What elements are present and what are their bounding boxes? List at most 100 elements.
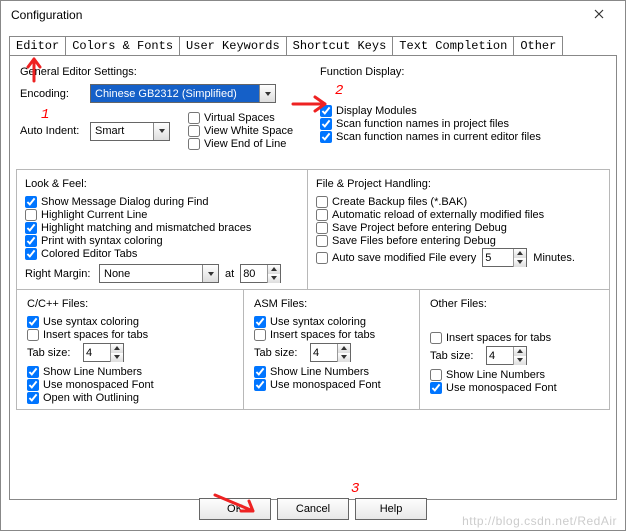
tab-shortcut-keys[interactable]: Shortcut Keys	[286, 36, 394, 56]
asm-tabsize-spinner[interactable]	[310, 343, 351, 362]
chevron-up-icon	[514, 347, 526, 356]
chevron-up-icon	[268, 265, 280, 274]
view-whitespace-checkbox[interactable]	[188, 125, 200, 137]
autoindent-combo[interactable]: Smart	[90, 122, 170, 141]
spinner-buttons[interactable]	[513, 347, 526, 365]
autosave-checkbox[interactable]	[316, 252, 328, 264]
other-linenum-checkbox[interactable]	[430, 369, 442, 381]
other-monofont-label: Use monospaced Font	[446, 382, 557, 394]
right-margin-combo[interactable]: None	[99, 264, 219, 283]
tab-editor[interactable]: Editor	[9, 36, 66, 56]
window-title: Configuration	[11, 8, 82, 22]
asm-use-syntax-checkbox[interactable]	[254, 316, 266, 328]
asm-use-syntax-label: Use syntax coloring	[270, 316, 366, 328]
spinner-buttons[interactable]	[267, 265, 280, 283]
c-tabsize-label: Tab size:	[27, 347, 83, 359]
close-button[interactable]	[579, 5, 619, 25]
show-msg-checkbox[interactable]	[25, 196, 37, 208]
autoreload-checkbox[interactable]	[316, 209, 328, 221]
other-monofont-checkbox[interactable]	[430, 382, 442, 394]
right-margin-value: None	[100, 267, 202, 281]
print-syntax-label: Print with syntax coloring	[41, 235, 163, 247]
watermark: http://blog.csdn.net/RedAir	[462, 514, 617, 528]
c-linenum-label: Show Line Numbers	[43, 366, 142, 378]
function-display: Function Display: Display Modules Scan f…	[316, 62, 610, 144]
scan-project-checkbox[interactable]	[320, 118, 332, 130]
colored-tabs-checkbox[interactable]	[25, 248, 37, 260]
chevron-down-icon	[268, 274, 280, 283]
spinner-buttons[interactable]	[337, 344, 350, 362]
c-cpp-files: C/C++ Files: Use syntax coloring Insert …	[17, 290, 243, 409]
tab-colors-fonts[interactable]: Colors & Fonts	[65, 36, 180, 56]
save-files-debug-label: Save Files before entering Debug	[332, 235, 496, 247]
view-eol-label: View End of Line	[204, 138, 286, 150]
other-insert-spaces-checkbox[interactable]	[430, 332, 442, 344]
print-syntax-checkbox[interactable]	[25, 235, 37, 247]
close-icon	[594, 8, 604, 22]
c-tabsize-spinner[interactable]	[83, 343, 124, 362]
c-use-syntax-checkbox[interactable]	[27, 316, 39, 328]
asm-files: ASM Files: Use syntax coloring Insert sp…	[243, 290, 419, 409]
cancel-button[interactable]: Cancel	[277, 498, 349, 520]
tab-other[interactable]: Other	[513, 36, 563, 56]
tab-strip: Editor Colors & Fonts User Keywords Shor…	[1, 29, 625, 55]
autoreload-label: Automatic reload of externally modified …	[332, 209, 544, 221]
c-tabsize-value[interactable]	[84, 346, 110, 360]
other-linenum-label: Show Line Numbers	[446, 369, 545, 381]
tab-text-completion[interactable]: Text Completion	[392, 36, 514, 56]
ok-button[interactable]: OK	[199, 498, 271, 520]
chevron-down-icon	[338, 353, 350, 362]
help-button[interactable]: Help	[355, 498, 427, 520]
asm-monofont-label: Use monospaced Font	[270, 379, 381, 391]
asm-insert-spaces-checkbox[interactable]	[254, 329, 266, 341]
scan-current-checkbox[interactable]	[320, 131, 332, 143]
other-tabsize-label: Tab size:	[430, 350, 486, 362]
view-eol-checkbox[interactable]	[188, 138, 200, 150]
display-modules-label: Display Modules	[336, 105, 417, 117]
chevron-down-icon	[259, 85, 275, 102]
other-files: Other Files: Insert spaces for tabs Tab …	[419, 290, 609, 409]
autosave-value[interactable]	[483, 252, 509, 264]
autosave-spinner[interactable]	[482, 248, 527, 267]
general-editor-settings: General Editor Settings: Encoding: Chine…	[16, 62, 301, 153]
chevron-down-icon	[514, 356, 526, 365]
virtual-spaces-label: Virtual Spaces	[204, 112, 275, 124]
c-monofont-checkbox[interactable]	[27, 379, 39, 391]
display-modules-checkbox[interactable]	[320, 105, 332, 117]
highlight-line-checkbox[interactable]	[25, 209, 37, 221]
function-display-title: Function Display:	[320, 66, 610, 78]
other-tabsize-spinner[interactable]	[486, 346, 527, 365]
right-margin-at-spinner[interactable]	[240, 264, 281, 283]
encoding-value: Chinese GB2312 (Simplified)	[91, 87, 259, 101]
asm-insert-spaces-label: Insert spaces for tabs	[270, 329, 375, 341]
colored-tabs-label: Colored Editor Tabs	[41, 248, 137, 260]
c-use-syntax-label: Use syntax coloring	[43, 316, 139, 328]
asm-linenum-checkbox[interactable]	[254, 366, 266, 378]
spinner-buttons[interactable]	[513, 249, 526, 267]
highlight-braces-checkbox[interactable]	[25, 222, 37, 234]
asm-tabsize-value[interactable]	[311, 346, 337, 360]
file-handling-title: File & Project Handling:	[316, 178, 605, 190]
chevron-up-icon	[111, 344, 123, 353]
other-tabsize-value[interactable]	[487, 349, 513, 363]
backup-checkbox[interactable]	[316, 196, 328, 208]
right-margin-at-value[interactable]	[241, 267, 267, 281]
save-proj-debug-checkbox[interactable]	[316, 222, 328, 234]
tab-user-keywords[interactable]: User Keywords	[179, 36, 287, 56]
c-insert-spaces-checkbox[interactable]	[27, 329, 39, 341]
c-linenum-checkbox[interactable]	[27, 366, 39, 378]
c-insert-spaces-label: Insert spaces for tabs	[43, 329, 148, 341]
cfiles-title: C/C++ Files:	[27, 298, 237, 310]
autoindent-value: Smart	[91, 124, 153, 138]
asm-monofont-checkbox[interactable]	[254, 379, 266, 391]
c-outlining-checkbox[interactable]	[27, 392, 39, 404]
asm-linenum-label: Show Line Numbers	[270, 366, 369, 378]
chevron-down-icon	[153, 123, 169, 140]
right-margin-label: Right Margin:	[25, 268, 99, 280]
spinner-buttons[interactable]	[110, 344, 123, 362]
encoding-combo[interactable]: Chinese GB2312 (Simplified)	[90, 84, 276, 103]
autosave-suffix: Minutes.	[533, 252, 575, 264]
save-files-debug-checkbox[interactable]	[316, 235, 328, 247]
virtual-spaces-checkbox[interactable]	[188, 112, 200, 124]
save-proj-debug-label: Save Project before entering Debug	[332, 222, 507, 234]
